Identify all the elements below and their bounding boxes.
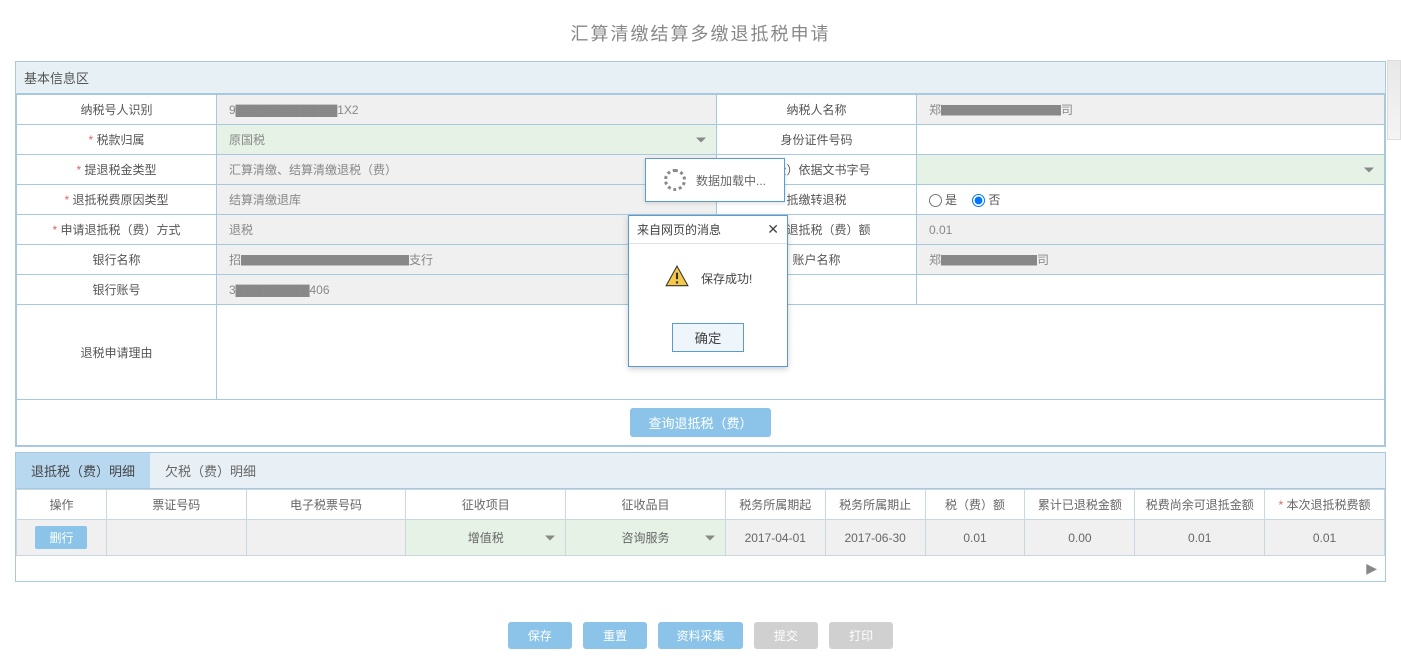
cell-levy-product-val: 咨询服务 <box>621 531 669 545</box>
chevron-down-icon <box>696 137 706 142</box>
chevron-down-icon <box>1364 167 1374 172</box>
delete-row-button[interactable]: 删行 <box>35 526 87 549</box>
col-refunded: 累计已退税金额 <box>1025 490 1135 520</box>
bottom-actions: 保存 重置 资料采集 提交 打印 <box>0 582 1401 669</box>
warning-icon <box>664 264 690 293</box>
cell-period-start: 2017-04-01 <box>725 520 825 556</box>
label-refund-reason-type: 退抵税费原因类型 <box>64 193 168 207</box>
horizontal-scroll-more-icon[interactable]: ▶ <box>16 556 1385 581</box>
cell-eticket <box>246 520 406 556</box>
cell-remaining: 0.01 <box>1135 520 1265 556</box>
col-period-end: 税务所属期止 <box>825 490 925 520</box>
radio-credit-to-refund: 是 否 <box>917 185 1385 215</box>
cell-levy-product[interactable]: 咨询服务 <box>566 520 726 556</box>
value-empty <box>917 275 1385 305</box>
alert-modal: 来自网页的消息 ✕ 保存成功! 确定 <box>628 215 788 367</box>
tab-owed-detail[interactable]: 欠税（费）明细 <box>150 453 271 488</box>
modal-body: 保存成功! <box>629 244 787 313</box>
print-button: 打印 <box>829 622 893 649</box>
modal-message: 保存成功! <box>701 272 752 286</box>
collect-button[interactable]: 资料采集 <box>658 622 742 649</box>
dropdown-tax-belong[interactable]: 原国税 <box>217 125 717 155</box>
label-refund-method: 申请退抵税（费）方式 <box>52 223 180 237</box>
label-idcard: 身份证件号码 <box>717 125 917 155</box>
label-refund-type: 提退税金类型 <box>76 163 156 177</box>
cell-this-refund[interactable]: 0.01 <box>1265 520 1385 556</box>
modal-header: 来自网页的消息 ✕ <box>629 216 787 244</box>
close-icon[interactable]: ✕ <box>767 221 779 238</box>
cell-period-end: 2017-06-30 <box>825 520 925 556</box>
page-title: 汇算清缴结算多缴退抵税申请 <box>0 0 1401 61</box>
col-levy-item: 征收项目 <box>406 490 566 520</box>
tabs: 退抵税（费）明细 欠税（费）明细 <box>15 452 1386 489</box>
label-bank-name: 银行名称 <box>17 245 217 275</box>
reset-button[interactable]: 重置 <box>583 622 647 649</box>
cell-tax-amount: 0.01 <box>925 520 1025 556</box>
col-ticket: 票证号码 <box>106 490 246 520</box>
chevron-down-icon <box>545 535 555 540</box>
col-tax-amount: 税（费）额 <box>925 490 1025 520</box>
modal-footer: 确定 <box>629 313 787 366</box>
label-refund-reason: 退税申请理由 <box>17 305 217 400</box>
col-remaining: 税费尚余可退抵金额 <box>1135 490 1265 520</box>
col-levy-product: 征收品目 <box>566 490 726 520</box>
save-button[interactable]: 保存 <box>508 622 572 649</box>
col-op: 操作 <box>17 490 107 520</box>
value-idcard[interactable] <box>917 125 1385 155</box>
col-period-start: 税务所属期起 <box>725 490 825 520</box>
label-taxpayer-id: 纳税号人识别 <box>17 95 217 125</box>
value-taxpayer-name: 郑▇▇▇▇▇▇▇▇▇▇司 <box>917 95 1385 125</box>
loading-text: 数据加载中... <box>696 172 766 189</box>
value-account-name: 郑▇▇▇▇▇▇▇▇司 <box>917 245 1385 275</box>
textarea-refund-reason[interactable] <box>217 305 1385 400</box>
col-eticket: 电子税票号码 <box>246 490 406 520</box>
table-header-row: 操作 票证号码 电子税票号码 征收项目 征收品目 税务所属期起 税务所属期止 税… <box>17 490 1385 520</box>
label-tax-belong: 税款归属 <box>88 133 144 147</box>
radio-yes[interactable]: 是 <box>929 193 957 207</box>
radio-no[interactable]: 否 <box>972 193 1000 207</box>
spinner-icon <box>664 169 686 191</box>
radio-yes-label: 是 <box>945 193 957 207</box>
chevron-down-icon <box>705 535 715 540</box>
query-button[interactable]: 查询退抵税（费） <box>630 408 770 437</box>
label-bank-account: 银行账号 <box>17 275 217 305</box>
modal-title: 来自网页的消息 <box>637 221 721 238</box>
vertical-scrollbar[interactable] <box>1387 60 1401 140</box>
cell-levy-item[interactable]: 增值税 <box>406 520 566 556</box>
dropdown-doc-no[interactable] <box>917 155 1385 185</box>
loading-popup: 数据加载中... <box>645 158 785 202</box>
value-taxpayer-id: 9▇▇▇▇▇▇▇▇▇▇▇1X2 <box>217 95 717 125</box>
cell-levy-item-val: 增值税 <box>468 531 504 545</box>
query-row: 查询退抵税（费） <box>17 400 1385 446</box>
tab-refund-detail[interactable]: 退抵税（费）明细 <box>16 453 150 488</box>
value-refund-amount: 0.01 <box>917 215 1385 245</box>
value-refund-reason-type: 结算清缴退库 <box>217 185 717 215</box>
detail-wrap: 操作 票证号码 电子税票号码 征收项目 征收品目 税务所属期起 税务所属期止 税… <box>15 489 1386 582</box>
submit-button: 提交 <box>754 622 818 649</box>
col-this-refund: 本次退抵税费额 <box>1279 498 1371 512</box>
section-header: 基本信息区 <box>16 62 1385 94</box>
value-refund-type: 汇算清缴、结算清缴退税（费） <box>217 155 717 185</box>
cell-ticket <box>106 520 246 556</box>
table-row: 删行 增值税 咨询服务 2017-04-01 2017-06-30 0.01 0… <box>17 520 1385 556</box>
cell-refunded: 0.00 <box>1025 520 1135 556</box>
label-taxpayer-name: 纳税人名称 <box>717 95 917 125</box>
value-tax-belong: 原国税 <box>229 133 265 147</box>
detail-table: 操作 票证号码 电子税票号码 征收项目 征收品目 税务所属期起 税务所属期止 税… <box>16 489 1385 556</box>
radio-no-label: 否 <box>988 193 1000 207</box>
modal-ok-button[interactable]: 确定 <box>672 323 745 352</box>
